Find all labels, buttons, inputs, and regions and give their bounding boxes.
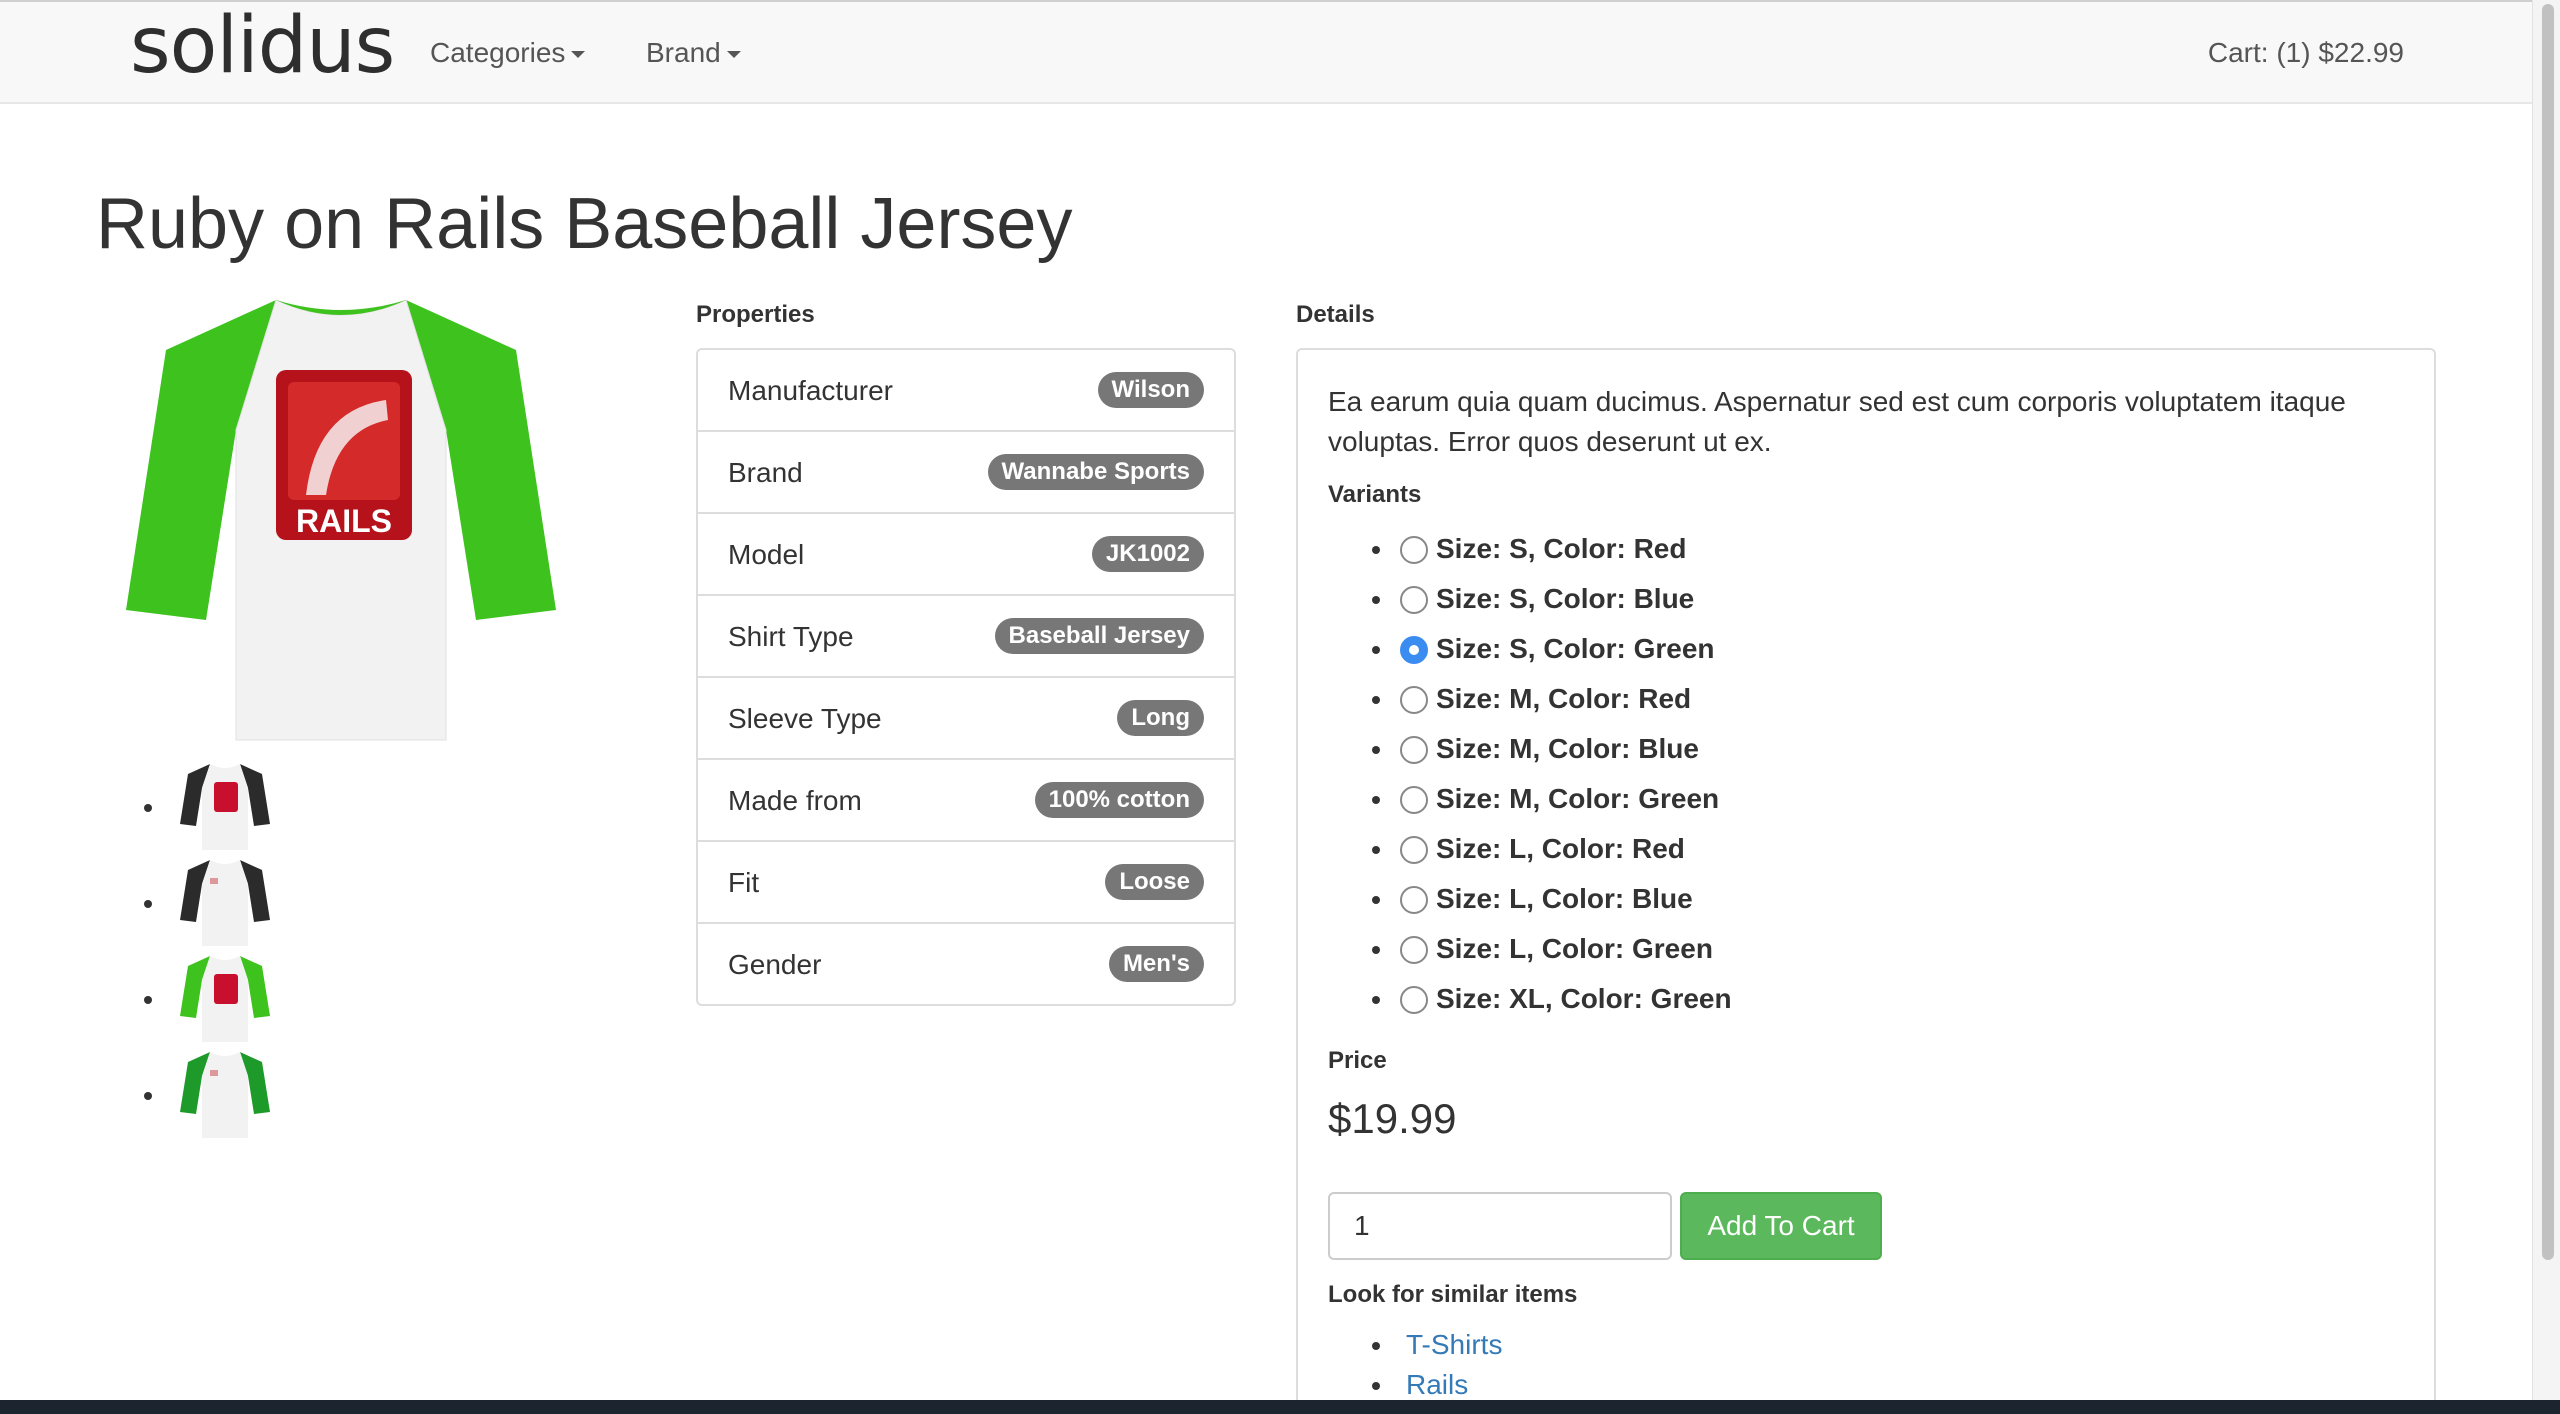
add-to-cart-button[interactable]: Add To Cart (1680, 1192, 1882, 1260)
variant-radio[interactable] (1400, 986, 1428, 1014)
variant-label[interactable]: Size: S, Color: Red (1436, 532, 1686, 566)
property-name: Manufacturer (728, 375, 893, 406)
vertical-scrollbar[interactable] (2532, 0, 2560, 1400)
variant-radio[interactable] (1400, 536, 1428, 564)
rails-logo-text: RAILS (296, 503, 392, 539)
property-value-badge: Wilson (1097, 372, 1204, 408)
variant-label[interactable]: Size: S, Color: Green (1436, 632, 1715, 666)
thumbnail-image[interactable] (180, 760, 270, 852)
variant-label[interactable]: Size: M, Color: Blue (1436, 732, 1699, 766)
property-row: Model JK1002 (698, 514, 1234, 596)
property-value-badge: Long (1117, 700, 1204, 736)
variant-radio[interactable] (1400, 636, 1428, 664)
variant-label[interactable]: Size: L, Color: Blue (1436, 882, 1693, 916)
product-page: solidus Categories Brand Cart: (1) $22.9… (0, 0, 2532, 1400)
property-row: Manufacturer Wilson (698, 350, 1234, 432)
property-name: Model (728, 539, 805, 570)
thumbnail-image[interactable] (180, 856, 270, 948)
property-row: Made from 100% cotton (698, 760, 1234, 842)
similar-item-link[interactable]: T-Shirts (1406, 1328, 1502, 1362)
similar-items-heading: Look for similar items (1328, 1281, 1578, 1308)
brand-dropdown[interactable]: Brand (646, 36, 741, 70)
variant-radio[interactable] (1400, 786, 1428, 814)
variant-radio[interactable] (1400, 736, 1428, 764)
variant-radio[interactable] (1400, 686, 1428, 714)
scrollbar-thumb[interactable] (2542, 4, 2554, 1260)
property-name: Brand (728, 457, 803, 488)
property-value-badge: Men's (1108, 946, 1204, 982)
variants-heading: Variants (1328, 481, 1422, 508)
variant-radio[interactable] (1400, 936, 1428, 964)
variant-radio[interactable] (1400, 586, 1428, 614)
property-name: Gender (728, 949, 822, 980)
thumbnail-image[interactable] (180, 1048, 270, 1140)
property-value-badge: 100% cotton (1034, 782, 1204, 818)
properties-list: Manufacturer Wilson Brand Wannabe Sports… (696, 348, 1236, 1006)
property-value-badge: Wannabe Sports (987, 454, 1204, 490)
property-row: Gender Men's (698, 924, 1234, 1004)
price-heading: Price (1328, 1047, 1387, 1074)
property-name: Made from (728, 785, 862, 816)
categories-dropdown[interactable]: Categories (430, 36, 586, 70)
property-name: Sleeve Type (728, 703, 882, 734)
cart-link[interactable]: Cart: (1) $22.99 (2208, 36, 2404, 70)
main-product-image[interactable]: RAILS (126, 290, 556, 750)
variant-label[interactable]: Size: M, Color: Red (1436, 682, 1691, 716)
product-price: $19.99 (1328, 1095, 1457, 1142)
caret-down-icon (726, 51, 741, 59)
variant-label[interactable]: Size: L, Color: Red (1436, 832, 1685, 866)
property-name: Shirt Type (728, 621, 854, 652)
variant-radio[interactable] (1400, 886, 1428, 914)
details-panel: Ea earum quia quam ducimus. Aspernatur s… (1296, 348, 2436, 1400)
variant-label[interactable]: Size: XL, Color: Green (1436, 982, 1732, 1016)
property-value-badge: Baseball Jersey (994, 618, 1204, 654)
similar-item-link[interactable]: Rails (1406, 1368, 1468, 1400)
property-value-badge: JK1002 (1091, 536, 1204, 572)
caret-down-icon (571, 51, 586, 59)
variant-radio[interactable] (1400, 836, 1428, 864)
quantity-input[interactable]: 1 (1328, 1192, 1672, 1260)
navbar: solidus Categories Brand Cart: (1) $22.9… (0, 0, 2532, 104)
variant-label[interactable]: Size: S, Color: Blue (1436, 582, 1694, 616)
brand-logo[interactable]: solidus (130, 4, 395, 88)
property-row: Sleeve Type Long (698, 678, 1234, 760)
variant-label[interactable]: Size: L, Color: Green (1436, 932, 1713, 966)
brand-menu-label: Brand (646, 37, 721, 68)
details-heading: Details (1296, 301, 1375, 328)
property-name: Fit (728, 867, 760, 898)
variant-label[interactable]: Size: M, Color: Green (1436, 782, 1719, 816)
property-value-badge: Loose (1105, 864, 1204, 900)
product-description: Ea earum quia quam ducimus. Aspernatur s… (1328, 386, 2346, 457)
window-bottom-edge (0, 1400, 2560, 1414)
property-row: Brand Wannabe Sports (698, 432, 1234, 514)
properties-heading: Properties (696, 301, 815, 328)
categories-label: Categories (430, 37, 566, 68)
product-title: Ruby on Rails Baseball Jersey (96, 184, 1073, 264)
property-row: Shirt Type Baseball Jersey (698, 596, 1234, 678)
property-row: Fit Loose (698, 842, 1234, 924)
thumbnail-image[interactable] (180, 952, 270, 1044)
